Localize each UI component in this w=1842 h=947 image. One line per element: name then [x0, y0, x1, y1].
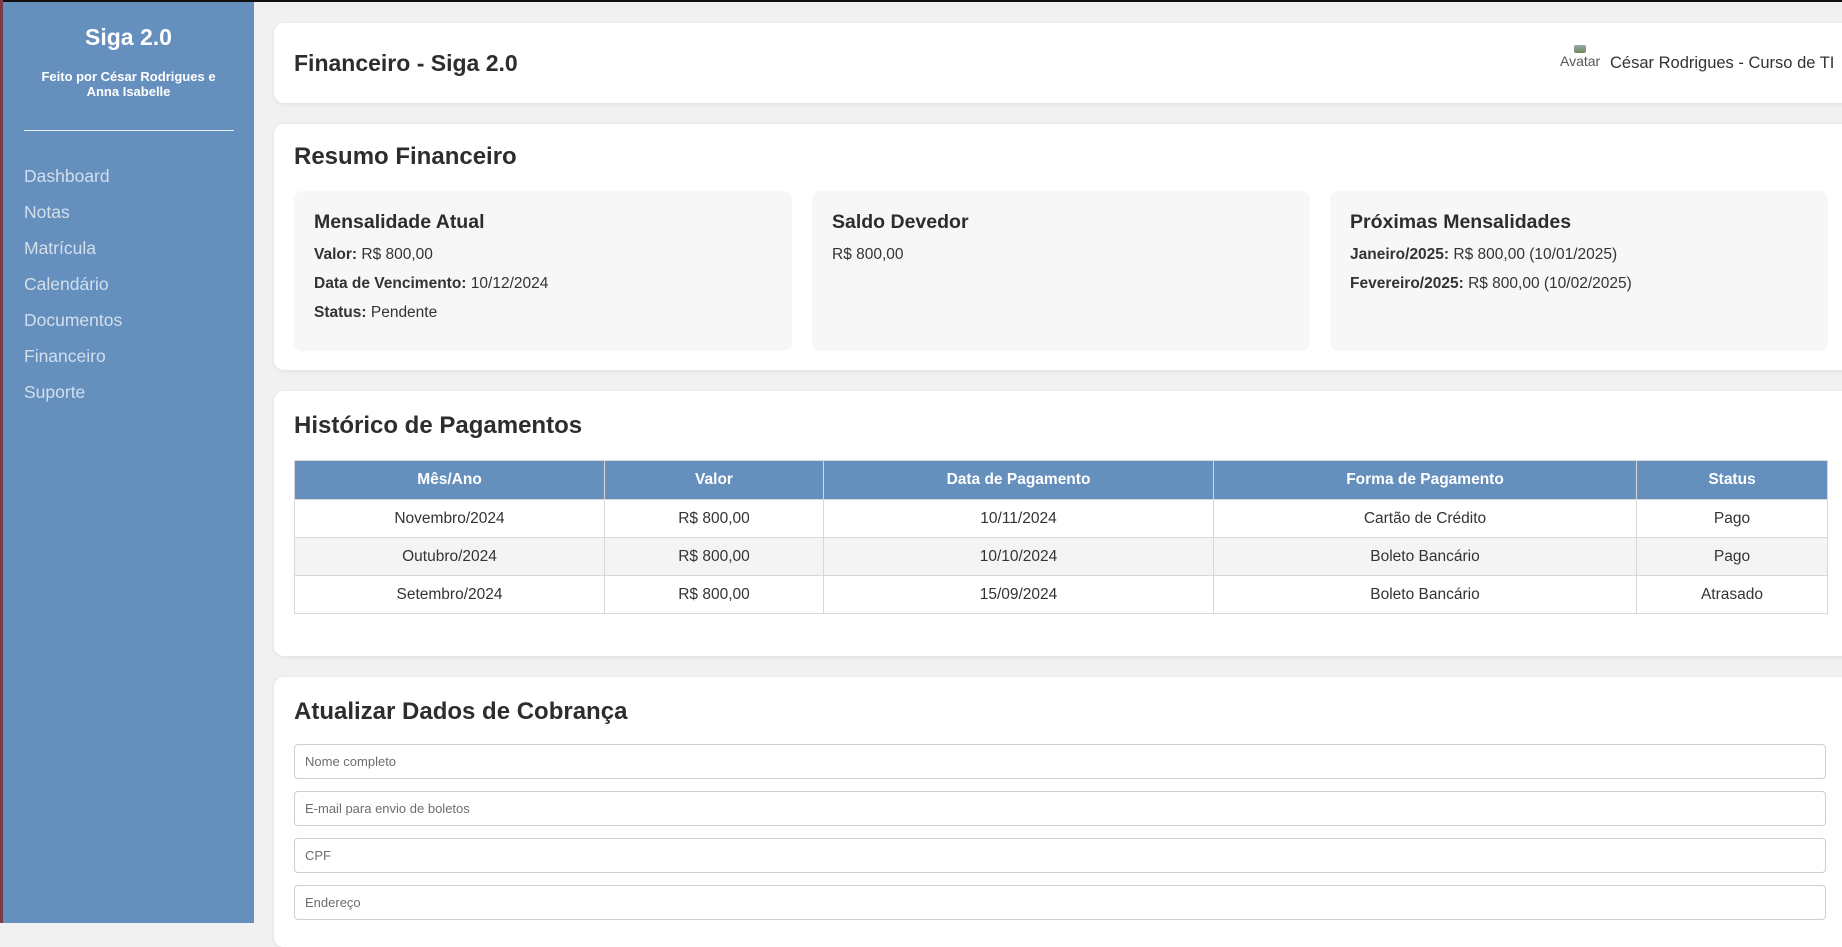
column-header[interactable]: Valor — [604, 460, 824, 500]
due-date-row: Data de Vencimento: 10/12/2024 — [314, 275, 548, 293]
table-header-row: Mês/Ano Valor Data de Pagamento Forma de… — [294, 460, 1828, 500]
full-name-input[interactable] — [294, 744, 1826, 779]
table-cell: 10/10/2024 — [823, 537, 1214, 576]
value-row: Valor: R$ 800,00 — [314, 246, 433, 264]
page-title: Financeiro - Siga 2.0 — [294, 50, 518, 76]
table-cell: Outubro/2024 — [294, 537, 605, 576]
upcoming-label: Janeiro/2025: — [1350, 246, 1450, 263]
status-text: Pendente — [370, 304, 438, 321]
upcoming-value: R$ 800,00 (10/02/2025) — [1468, 275, 1632, 292]
sidebar: Siga 2.0 Feito por César Rodrigues e Ann… — [3, 2, 254, 923]
upcoming-label: Fevereiro/2025: — [1350, 275, 1464, 292]
financial-summary-section: Resumo Financeiro Mensalidade Atual Valo… — [274, 124, 1842, 370]
user-name: César Rodrigues - Curso de TI — [1610, 54, 1835, 72]
card-title: Mensalidade Atual — [314, 211, 485, 233]
column-header[interactable]: Forma de Pagamento — [1213, 460, 1637, 500]
table-cell: R$ 800,00 — [604, 499, 824, 538]
table-cell: R$ 800,00 — [604, 537, 824, 576]
sidebar-item-documentos[interactable]: Documentos — [24, 308, 122, 344]
upcoming-fees-card: Próximas Mensalidades Janeiro/2025: R$ 8… — [1330, 191, 1828, 351]
sidebar-divider — [24, 130, 234, 131]
table-cell: 10/11/2024 — [823, 499, 1214, 538]
table-cell: 15/09/2024 — [823, 575, 1214, 614]
table-cell: R$ 800,00 — [604, 575, 824, 614]
upcoming-value: R$ 800,00 (10/01/2025) — [1453, 246, 1618, 263]
credits-text: Feito por César Rodrigues e Anna Isabell… — [41, 69, 216, 99]
table-row: Outubro/2024 R$ 800,00 10/10/2024 Boleto… — [294, 537, 1828, 576]
section-title: Histórico de Pagamentos — [294, 412, 583, 439]
table-cell: Setembro/2024 — [294, 575, 605, 614]
balance-value: R$ 800,00 — [832, 246, 904, 263]
table-cell: Novembro/2024 — [294, 499, 605, 538]
value-label: Valor: — [314, 246, 358, 263]
outstanding-balance-card: Saldo Devedor R$ 800,00 — [812, 191, 1310, 351]
sidebar-item-dashboard[interactable]: Dashboard — [24, 164, 122, 200]
billing-update-section: Atualizar Dados de Cobrança — [274, 677, 1842, 947]
sidebar-item-matricula[interactable]: Matrícula — [24, 236, 122, 272]
sidebar-item-suporte[interactable]: Suporte — [24, 380, 122, 416]
sidebar-item-financeiro[interactable]: Financeiro — [24, 344, 122, 380]
table-row: Novembro/2024 R$ 800,00 10/11/2024 Cartã… — [294, 499, 1828, 538]
page-header: Financeiro - Siga 2.0 Avatar César Rodri… — [274, 23, 1842, 103]
payment-history-table: Mês/Ano Valor Data de Pagamento Forma de… — [294, 460, 1828, 614]
due-date-label: Data de Vencimento: — [314, 275, 467, 292]
value-text: R$ 800,00 — [361, 246, 433, 263]
table-cell: Atrasado — [1636, 575, 1828, 614]
section-title: Resumo Financeiro — [294, 143, 517, 170]
cpf-input[interactable] — [294, 838, 1826, 873]
table-row: Setembro/2024 R$ 800,00 15/09/2024 Bolet… — [294, 575, 1828, 614]
avatar[interactable]: Avatar — [1560, 43, 1600, 83]
card-title: Saldo Devedor — [832, 211, 969, 233]
column-header[interactable]: Status — [1636, 460, 1828, 500]
due-date-text: 10/12/2024 — [470, 275, 549, 292]
status-label: Status: — [314, 304, 367, 321]
address-input[interactable] — [294, 885, 1826, 920]
status-row: Status: Pendente — [314, 304, 437, 322]
column-header[interactable]: Mês/Ano — [294, 460, 605, 500]
broken-image-icon — [1574, 45, 1586, 53]
table-cell: Boleto Bancário — [1213, 537, 1637, 576]
payment-history-section: Histórico de Pagamentos Mês/Ano Valor Da… — [274, 391, 1842, 656]
table-cell: Pago — [1636, 499, 1828, 538]
sidebar-item-calendario[interactable]: Calendário — [24, 272, 122, 308]
sidebar-nav: Dashboard Notas Matrícula Calendário Doc… — [24, 164, 122, 416]
upcoming-row: Fevereiro/2025: R$ 800,00 (10/02/2025) — [1350, 275, 1632, 293]
table-cell: Boleto Bancário — [1213, 575, 1637, 614]
upcoming-row: Janeiro/2025: R$ 800,00 (10/01/2025) — [1350, 246, 1617, 264]
table-cell: Cartão de Crédito — [1213, 499, 1637, 538]
window-top-edge — [0, 0, 1842, 2]
sidebar-item-notas[interactable]: Notas — [24, 200, 122, 236]
email-input[interactable] — [294, 791, 1826, 826]
column-header[interactable]: Data de Pagamento — [823, 460, 1214, 500]
current-fee-card: Mensalidade Atual Valor: R$ 800,00 Data … — [294, 191, 792, 351]
brand-title: Siga 2.0 — [85, 24, 172, 50]
section-title: Atualizar Dados de Cobrança — [294, 698, 628, 725]
table-cell: Pago — [1636, 537, 1828, 576]
card-title: Próximas Mensalidades — [1350, 211, 1572, 233]
avatar-alt-text: Avatar — [1560, 53, 1600, 69]
